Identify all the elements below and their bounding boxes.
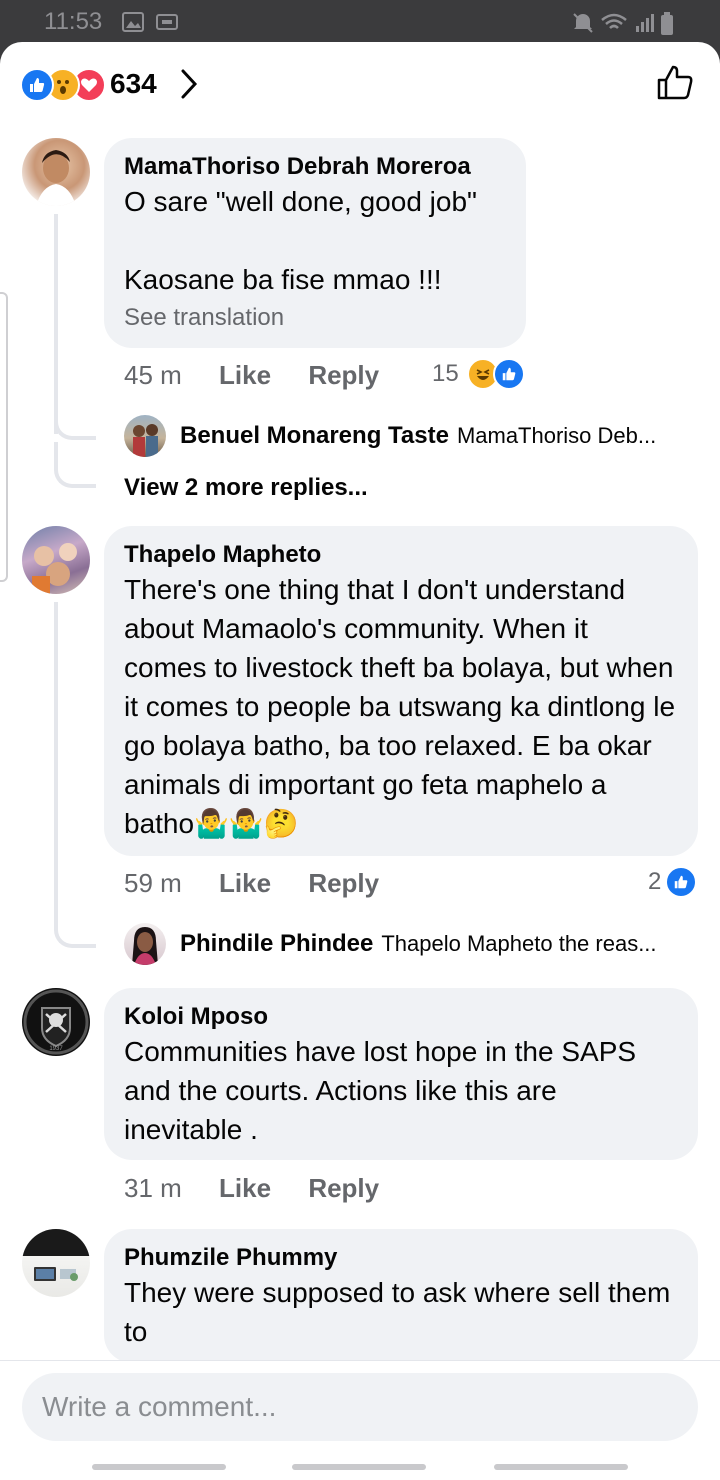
signal-icon (636, 14, 654, 32)
status-bar: 11:53 (0, 0, 720, 44)
reply-preview[interactable]: Phindile Phindee Thapelo Mapheto the rea… (124, 922, 704, 966)
view-more-replies-link[interactable]: View 2 more replies... (124, 474, 368, 502)
comment-reactions[interactable]: 2 (648, 866, 698, 898)
thread-connector (54, 442, 96, 488)
comment-author[interactable]: Koloi Mposo (124, 1002, 678, 1032)
comment-author[interactable]: Thapelo Mapheto (124, 540, 678, 570)
nav-back-bar[interactable] (494, 1464, 628, 1470)
see-translation-link[interactable]: See translation (124, 303, 506, 333)
edge-panel-handle[interactable] (0, 292, 8, 582)
comment-bubble[interactable]: MamaThoriso Debrah Moreroa O sare "well … (104, 138, 526, 348)
avatar[interactable] (22, 138, 90, 206)
comment-reaction-count: 2 (648, 868, 662, 895)
comment-reactions[interactable]: 15 (432, 358, 525, 390)
comment-author[interactable]: MamaThoriso Debrah Moreroa (124, 152, 506, 182)
reply-button[interactable]: Reply (308, 360, 379, 390)
comment-actions: 31 m Like Reply (124, 1173, 409, 1204)
status-time: 11:53 (44, 8, 103, 35)
thread-line (54, 602, 58, 922)
comment-actions: 45 m Like Reply (124, 360, 409, 391)
like-button[interactable]: Like (219, 868, 271, 898)
like-outline-icon[interactable] (656, 64, 694, 102)
comment-text: They were supposed to ask where sell the… (124, 1277, 679, 1347)
mute-icon (573, 13, 593, 33)
reply-author[interactable]: Benuel Monareng Taste (180, 422, 449, 450)
cast-icon (156, 14, 178, 30)
avatar[interactable] (22, 1229, 90, 1297)
like-button[interactable]: Like (219, 360, 271, 390)
comment-bubble[interactable]: Thapelo Mapheto There's one thing that I… (104, 526, 698, 856)
chevron-right-icon[interactable] (178, 68, 200, 100)
wifi-icon (601, 13, 627, 29)
reply-button[interactable]: Reply (308, 868, 379, 898)
comment-actions: 59 m Like Reply (124, 868, 409, 899)
svg-text:1937: 1937 (49, 1046, 63, 1052)
avatar[interactable]: 1937 (22, 988, 90, 1056)
reply-author[interactable]: Phindile Phindee (180, 930, 373, 958)
like-reaction-icon (492, 358, 525, 390)
comments-sheet: 634 MamaThoriso Debrah Moreroa O sare "w… (0, 42, 720, 1480)
comment-text: There's one thing that I don't understan… (124, 574, 683, 839)
avatar[interactable] (22, 526, 90, 594)
avatar (124, 923, 166, 965)
battery-icon (661, 12, 673, 35)
comment-time[interactable]: 59 m (124, 868, 182, 898)
comment-time[interactable]: 45 m (124, 360, 182, 390)
comment-time[interactable]: 31 m (124, 1173, 182, 1203)
comment-reaction-count: 15 (432, 360, 459, 387)
comment-text: O sare "well done, good job" Kaosane ba … (124, 186, 477, 295)
comment-bubble[interactable]: Koloi Mposo Communities have lost hope i… (104, 988, 698, 1160)
nav-recents-bar[interactable] (92, 1464, 226, 1470)
like-reaction-icon (665, 866, 698, 898)
like-reaction-icon (20, 68, 54, 102)
gallery-icon (122, 12, 144, 32)
like-button[interactable]: Like (219, 1173, 271, 1203)
reply-text: Thapelo Mapheto the reas... (381, 931, 657, 956)
avatar (124, 415, 166, 457)
thread-connector (54, 402, 96, 440)
reply-button[interactable]: Reply (308, 1173, 379, 1203)
comment-composer (0, 1360, 720, 1480)
comment-author[interactable]: Phumzile Phummy (124, 1243, 678, 1273)
thread-line (54, 214, 58, 434)
reply-text: MamaThoriso Deb... (456, 423, 657, 448)
nav-home-bar[interactable] (292, 1464, 426, 1470)
reaction-count[interactable]: 634 (110, 68, 157, 100)
comment-bubble[interactable]: Phumzile Phummy They were supposed to as… (104, 1229, 698, 1363)
comments-header: 634 (0, 42, 720, 128)
comment-text: Communities have lost hope in the SAPS a… (124, 1036, 644, 1145)
thread-connector (54, 908, 96, 948)
reply-preview[interactable]: Benuel Monareng Taste MamaThoriso Deb... (124, 414, 704, 458)
comment-input[interactable] (22, 1373, 698, 1441)
